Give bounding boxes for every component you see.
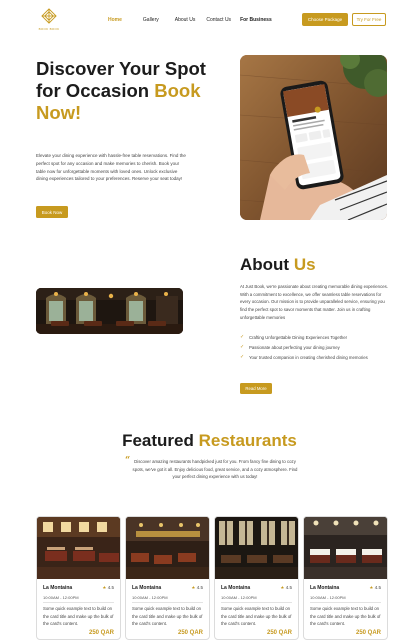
featured-title-main: Featured bbox=[122, 431, 199, 450]
restaurant-photo bbox=[215, 517, 298, 579]
restaurant-price: 250 QAR bbox=[88, 630, 114, 636]
restaurant-photo bbox=[126, 517, 209, 579]
card-divider bbox=[310, 602, 381, 603]
restaurant-rating: ★ 4.5 bbox=[102, 585, 114, 591]
restaurant-card[interactable]: La Montaina ★ 4.5 10:00AM - 12:00PM Some… bbox=[303, 516, 388, 640]
restaurant-card-image bbox=[304, 517, 387, 579]
restaurant-card-image bbox=[37, 517, 120, 579]
restaurant-name: La Montaina bbox=[221, 585, 251, 591]
book-now-button[interactable]: Book Now bbox=[36, 206, 68, 218]
restaurant-description: Some quick example text to build on the … bbox=[221, 606, 292, 626]
about-title-main: About bbox=[240, 255, 294, 274]
restaurant-name: La Montaina bbox=[132, 585, 162, 591]
star-icon: ★ bbox=[191, 585, 196, 590]
restaurant-card[interactable]: La Montaina ★ 4.5 10:00AM - 12:00PM Some… bbox=[214, 516, 299, 640]
check-icon: ✓ bbox=[240, 334, 245, 340]
restaurant-hours: 10:00AM - 12:00PM bbox=[310, 595, 346, 600]
star-icon: ★ bbox=[369, 585, 374, 590]
restaurant-card[interactable]: La Montaina ★ 4.5 10:00AM - 12:00PM Some… bbox=[36, 516, 121, 640]
restaurant-description: Some quick example text to build on the … bbox=[310, 606, 381, 626]
restaurant-photo bbox=[37, 517, 120, 579]
logo-icon bbox=[41, 8, 57, 24]
restaurant-rating: ★ 4.5 bbox=[280, 585, 292, 591]
restaurant-description: Some quick example text to build on the … bbox=[132, 606, 203, 626]
about-list-item: ✓ Crafting Unforgettable Dining Experienc… bbox=[240, 334, 390, 342]
restaurant-hours: 10:00AM - 12:00PM bbox=[132, 595, 168, 600]
nav-links: Home Gallery About Us Contact Us For Bus… bbox=[108, 17, 272, 23]
about-image bbox=[36, 288, 183, 334]
brand-logo[interactable]: BOOK BOOK bbox=[36, 6, 62, 34]
about-title-accent: Us bbox=[293, 255, 316, 274]
phone-in-hand-image bbox=[240, 55, 387, 220]
about-list: ✓ Crafting Unforgettable Dining Experienc… bbox=[240, 334, 390, 364]
try-for-free-button[interactable]: Try For Free bbox=[352, 13, 386, 26]
nav-link-about-us[interactable]: About Us bbox=[175, 17, 196, 23]
nav-link-for-business[interactable]: For Business bbox=[240, 17, 272, 23]
rating-value: 4.5 bbox=[196, 585, 203, 590]
restaurant-description: Some quick example text to build on the … bbox=[43, 606, 114, 626]
card-divider bbox=[132, 602, 203, 603]
restaurant-hours: 10:00AM - 12:00PM bbox=[221, 595, 257, 600]
restaurant-rating: ★ 4.5 bbox=[191, 585, 203, 591]
star-icon: ★ bbox=[102, 585, 107, 590]
featured-title: Featured Restaurants bbox=[0, 431, 419, 451]
card-divider bbox=[221, 602, 292, 603]
about-list-text: Crafting Unforgettable Dining Experience… bbox=[249, 335, 348, 340]
restaurant-card[interactable]: La Montaina ★ 4.5 10:00AM - 12:00PM Some… bbox=[125, 516, 210, 640]
logo-text: BOOK BOOK bbox=[38, 27, 60, 31]
rating-value: 4.5 bbox=[285, 585, 292, 590]
check-icon: ✓ bbox=[240, 344, 245, 351]
top-navbar: BOOK BOOK Home Gallery About Us Contact … bbox=[0, 0, 419, 40]
hero-title: Discover Your Spot for Occasion Book Now… bbox=[36, 58, 226, 124]
rating-value: 4.5 bbox=[107, 585, 114, 590]
about-list-item: ✓ Your trusted companion in creating cher… bbox=[240, 354, 390, 362]
restaurant-card-image bbox=[126, 517, 209, 579]
restaurant-price: 250 QAR bbox=[266, 630, 292, 636]
about-list-text: Your trusted companion in creating cheri… bbox=[249, 355, 368, 361]
restaurant-rating: ★ 4.5 bbox=[369, 585, 381, 591]
rating-value: 4.5 bbox=[374, 585, 381, 590]
hero-description: Elevate your dining experience with hass… bbox=[36, 153, 186, 182]
restaurant-hours: 10:00AM - 12:00PM bbox=[43, 595, 79, 600]
nav-link-home[interactable]: Home bbox=[108, 17, 122, 23]
about-list-text: Passionate about perfecting your dining … bbox=[249, 345, 340, 351]
restaurant-card-image bbox=[215, 517, 298, 579]
quote-icon: “ bbox=[125, 456, 131, 466]
restaurant-price: 250 QAR bbox=[177, 630, 203, 636]
nav-link-contact-us[interactable]: Contact Us bbox=[206, 17, 231, 23]
about-list-item: ✓ Passionate about perfecting your dining… bbox=[240, 344, 390, 352]
about-title: About Us bbox=[240, 255, 316, 275]
about-description: At Just Book, we're passionate about cre… bbox=[240, 284, 388, 320]
restaurant-name: La Montaina bbox=[43, 585, 73, 591]
restaurant-price: 250 QAR bbox=[355, 630, 381, 636]
choose-package-button[interactable]: Choose Package bbox=[302, 13, 348, 26]
star-icon: ★ bbox=[280, 585, 285, 590]
restaurant-photo bbox=[304, 517, 387, 579]
restaurant-name: La Montaina bbox=[310, 585, 340, 591]
read-more-button[interactable]: Read More bbox=[240, 383, 272, 394]
featured-title-accent: Restaurants bbox=[198, 431, 297, 450]
restaurant-interior-image bbox=[36, 288, 183, 334]
nav-link-gallery[interactable]: Gallery bbox=[143, 17, 159, 23]
featured-description: Discover amazing restaurants handpicked … bbox=[132, 459, 298, 480]
check-icon: ✓ bbox=[240, 354, 245, 361]
hero-image bbox=[240, 55, 387, 220]
card-divider bbox=[43, 602, 114, 603]
